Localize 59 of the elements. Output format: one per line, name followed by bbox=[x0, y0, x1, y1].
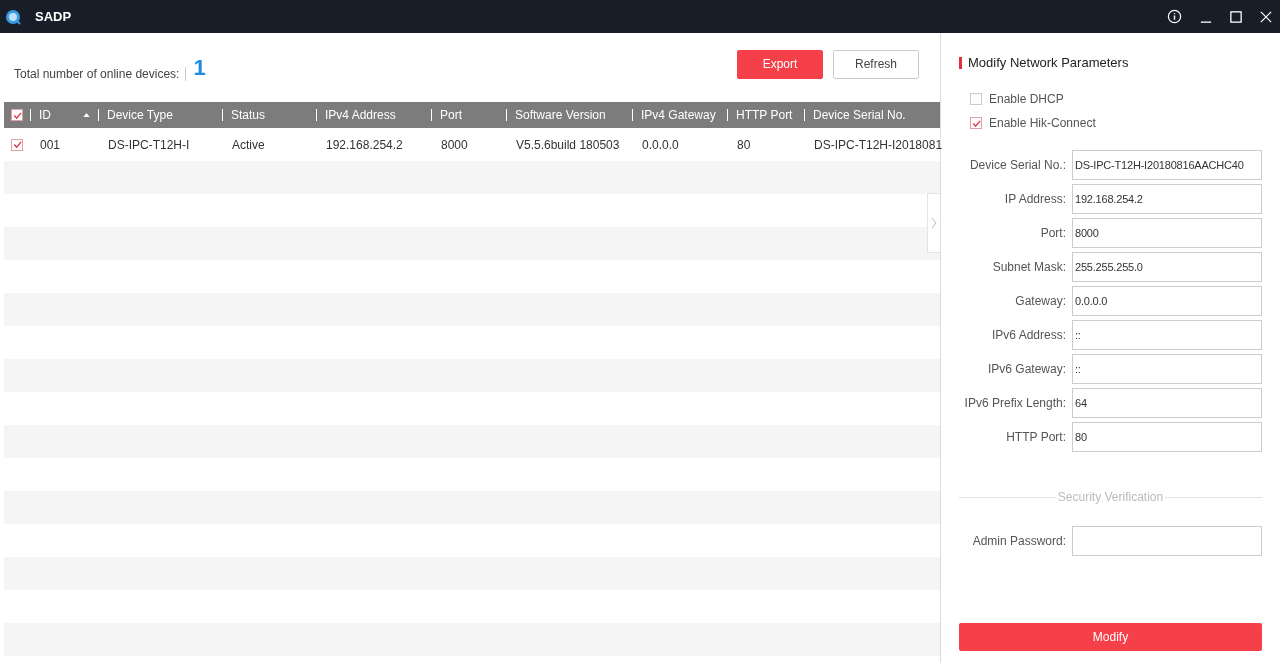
export-button[interactable]: Export bbox=[737, 49, 823, 79]
field-label: IPv6 Gateway: bbox=[986, 362, 1066, 376]
input-field[interactable]: 255.255.255.0 bbox=[1072, 252, 1262, 282]
select-all-checkbox[interactable] bbox=[11, 109, 23, 121]
sort-ascending-icon[interactable] bbox=[83, 113, 90, 117]
online-devices-count: 1 bbox=[193, 54, 206, 81]
field-label: Device Serial No.: bbox=[968, 158, 1066, 172]
field-label: IPv6 Address: bbox=[990, 328, 1066, 342]
table-cell: Active bbox=[232, 137, 265, 152]
input-field[interactable]: 192.168.254.2 bbox=[1072, 184, 1262, 214]
column-header[interactable]: HTTP Port bbox=[736, 108, 804, 122]
online-devices-label: Total number of online devices: bbox=[14, 66, 187, 81]
table-cell: DS-IPC-T12H-I2018081 bbox=[814, 137, 943, 152]
window-title: SADP bbox=[35, 9, 72, 24]
field-label: Admin Password: bbox=[971, 534, 1066, 548]
row-checkbox[interactable] bbox=[11, 138, 23, 151]
field-label: HTTP Port: bbox=[1005, 430, 1066, 444]
table-cell: DS-IPC-T12H-I bbox=[108, 137, 190, 152]
field-label: Port: bbox=[1039, 226, 1066, 240]
field-label: Gateway: bbox=[1014, 294, 1066, 308]
password-field[interactable] bbox=[1072, 526, 1262, 556]
table-cell: 192.168.254.2 bbox=[326, 137, 403, 152]
column-header[interactable]: Software Version bbox=[515, 108, 632, 122]
panel-title: Modify Network Parameters bbox=[968, 55, 1129, 70]
option-label: Enable Hik-Connect bbox=[989, 116, 1096, 130]
modify-button[interactable]: Modify bbox=[959, 623, 1262, 651]
table-cell: 001 bbox=[40, 137, 61, 152]
input-field[interactable]: DS-IPC-T12H-I20180816AACHC40 bbox=[1072, 150, 1262, 180]
column-header[interactable]: IPv4 Gateway bbox=[641, 108, 727, 122]
option-checkbox[interactable] bbox=[970, 93, 982, 105]
input-field[interactable]: :: bbox=[1072, 354, 1262, 384]
field-label: Subnet Mask: bbox=[991, 260, 1066, 274]
collapse-handle[interactable] bbox=[927, 193, 940, 253]
table-cell: V5.5.6build 180503 bbox=[516, 137, 620, 152]
input-field[interactable]: 80 bbox=[1072, 422, 1262, 452]
table-cell: 0.0.0.0 bbox=[642, 137, 679, 152]
input-field[interactable]: 0.0.0.0 bbox=[1072, 286, 1262, 316]
field-label: IP Address: bbox=[1003, 192, 1066, 206]
column-header[interactable]: Device Serial No. bbox=[813, 108, 940, 122]
info-icon[interactable] bbox=[1167, 9, 1182, 24]
column-header[interactable]: Device Type bbox=[107, 108, 222, 122]
field-label: IPv6 Prefix Length: bbox=[963, 396, 1066, 410]
column-header[interactable]: IPv4 Address bbox=[325, 108, 431, 122]
section-label: Security Verification bbox=[1056, 490, 1165, 504]
column-header[interactable]: ID bbox=[39, 108, 83, 122]
input-field[interactable]: 8000 bbox=[1072, 218, 1262, 248]
close-icon[interactable] bbox=[1260, 10, 1272, 23]
input-field[interactable]: :: bbox=[1072, 320, 1262, 350]
chevron-right-icon bbox=[931, 217, 937, 229]
maximize-icon[interactable] bbox=[1230, 10, 1242, 23]
app-logo-icon bbox=[5, 8, 21, 25]
refresh-button[interactable]: Refresh bbox=[833, 49, 919, 79]
column-header[interactable]: Port bbox=[440, 108, 506, 122]
table-cell: 8000 bbox=[441, 137, 468, 152]
column-header[interactable]: Status bbox=[231, 108, 316, 122]
option-checkbox[interactable] bbox=[970, 117, 982, 129]
input-field[interactable]: 64 bbox=[1072, 388, 1262, 418]
table-cell: 80 bbox=[737, 137, 751, 152]
option-label: Enable DHCP bbox=[989, 92, 1064, 106]
